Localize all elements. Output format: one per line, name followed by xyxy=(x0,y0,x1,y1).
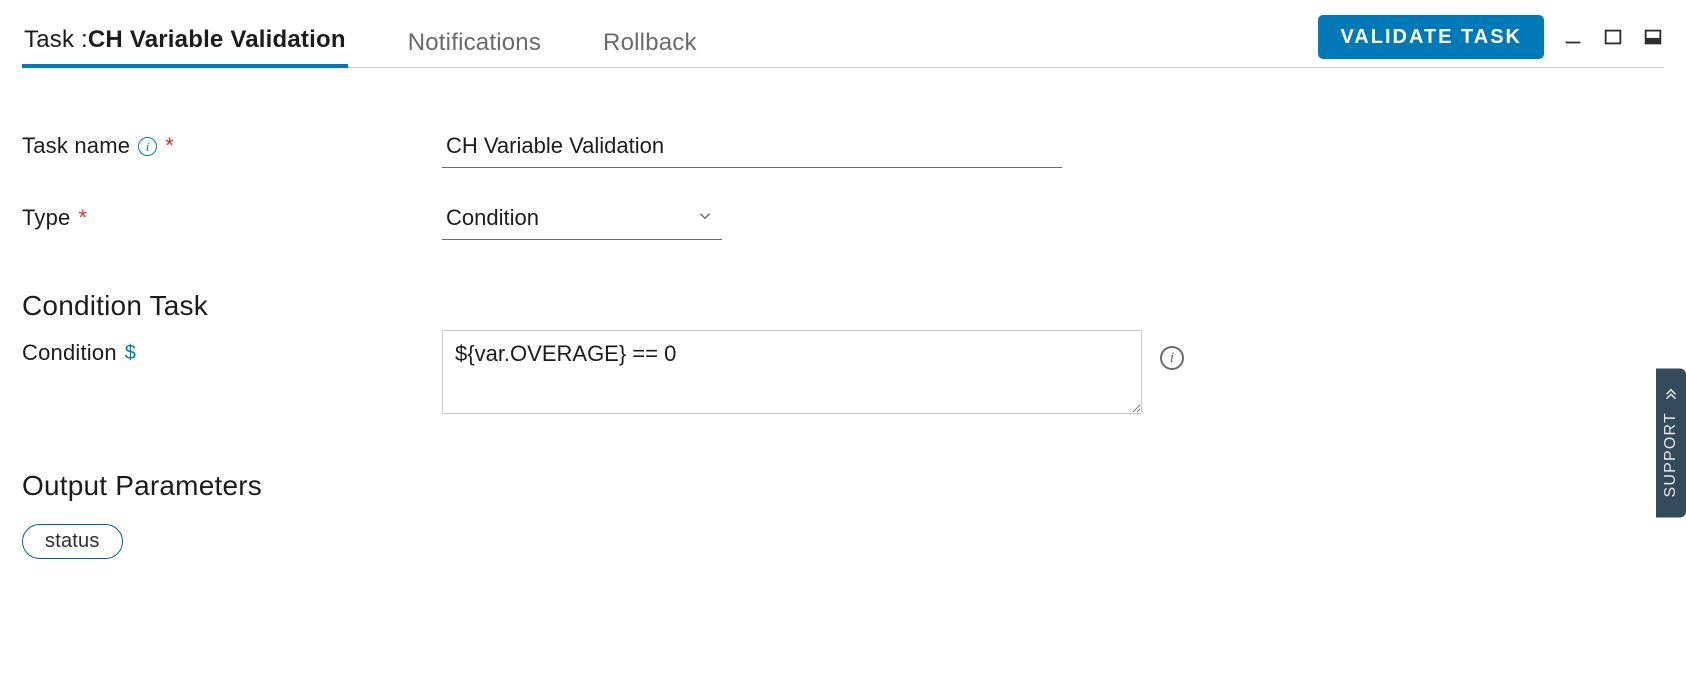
condition-label-text: Condition xyxy=(22,340,117,366)
type-label-text: Type xyxy=(22,205,71,231)
section-condition-task: Condition Task xyxy=(22,290,1664,322)
chip-status[interactable]: status xyxy=(22,524,123,559)
task-form: Task name i * Type * Condition Task Cond… xyxy=(22,68,1664,559)
support-label: SUPPORT xyxy=(1662,412,1680,497)
maximize-icon[interactable] xyxy=(1602,26,1624,48)
task-name-label: Task name i * xyxy=(22,133,442,159)
tab-task-title: CH Variable Validation xyxy=(88,26,346,53)
tab-task-prefix: Task : xyxy=(24,26,88,53)
tab-task[interactable]: Task :CH Variable Validation xyxy=(22,28,348,68)
required-marker: * xyxy=(79,205,88,231)
type-select[interactable] xyxy=(442,197,722,240)
condition-textarea[interactable] xyxy=(442,330,1142,414)
tab-bar: Task :CH Variable Validation Notificatio… xyxy=(22,20,1664,68)
chevrons-icon xyxy=(1662,384,1680,402)
info-icon[interactable]: i xyxy=(138,137,157,156)
info-icon[interactable]: i xyxy=(1160,346,1184,370)
type-label: Type * xyxy=(22,205,442,231)
support-tab[interactable]: SUPPORT xyxy=(1656,368,1686,517)
condition-label: Condition $ xyxy=(22,330,442,366)
header-actions: VALIDATE TASK xyxy=(1318,15,1664,67)
tab-notifications[interactable]: Notifications xyxy=(406,31,543,67)
task-name-label-text: Task name xyxy=(22,133,130,159)
section-output-parameters: Output Parameters xyxy=(22,470,1664,502)
task-name-input[interactable] xyxy=(442,125,1062,168)
minimize-icon[interactable] xyxy=(1562,26,1584,48)
tab-rollback[interactable]: Rollback xyxy=(601,31,699,67)
required-marker: * xyxy=(165,133,174,159)
dock-icon[interactable] xyxy=(1642,26,1664,48)
validate-task-button[interactable]: VALIDATE TASK xyxy=(1318,15,1544,59)
dollar-icon[interactable]: $ xyxy=(125,342,136,365)
